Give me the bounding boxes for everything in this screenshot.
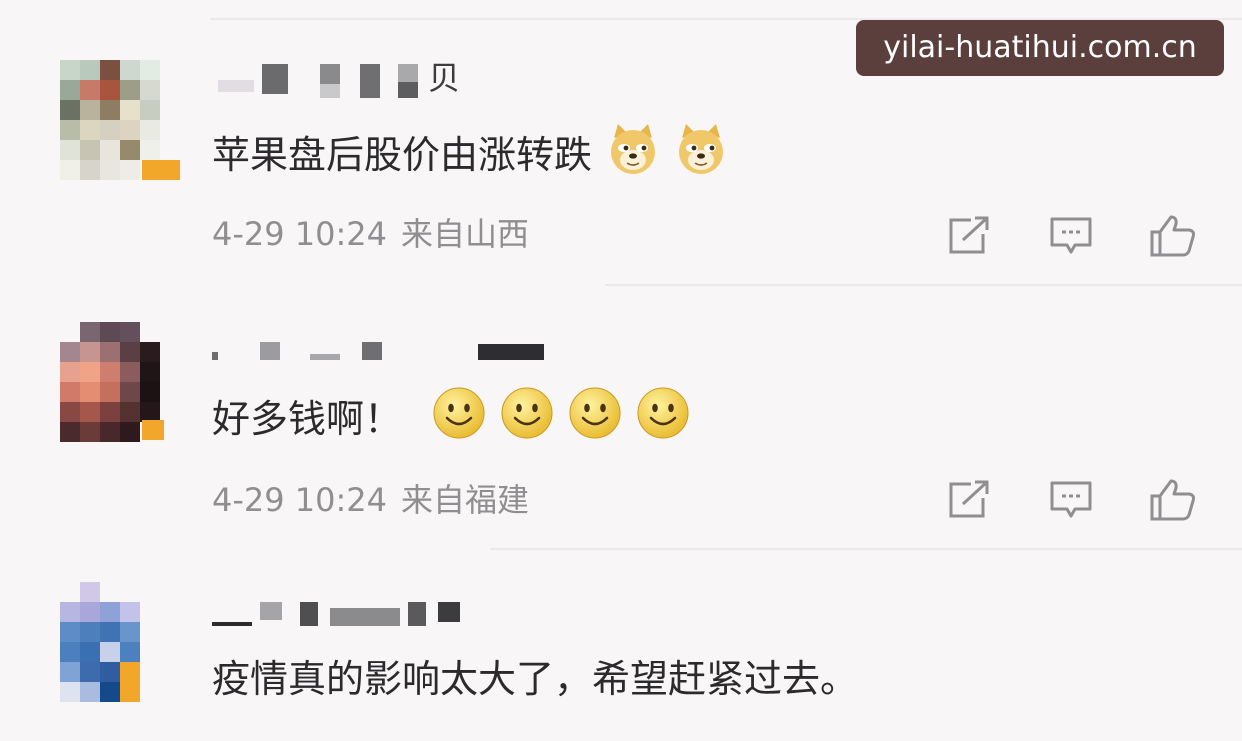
comment-button[interactable] xyxy=(1047,214,1095,258)
comment-meta: 4-29 10:24 来自福建 xyxy=(212,480,529,520)
censor-block xyxy=(262,64,288,94)
watermark: yilai-huatihui.com.cn xyxy=(856,20,1224,76)
username[interactable]: 贝 xyxy=(212,58,472,98)
username[interactable] xyxy=(212,342,544,382)
share-button[interactable] xyxy=(945,478,993,522)
share-button[interactable] xyxy=(945,214,993,258)
like-button[interactable] xyxy=(1149,214,1197,258)
censor-block xyxy=(478,344,544,360)
censor-block xyxy=(212,352,218,360)
like-icon xyxy=(1150,479,1195,521)
smile-emoji xyxy=(636,386,690,452)
like-button[interactable] xyxy=(1149,478,1197,522)
comment-icon xyxy=(1050,481,1092,518)
comment-actions xyxy=(945,214,1197,258)
censor-block xyxy=(310,354,340,360)
comment-text-content: 苹果盘后股价由涨转跌 xyxy=(212,133,593,177)
comment-text-content: 疫情真的影响太大了，希望赶紧过去。 xyxy=(212,657,859,701)
censor-block xyxy=(320,64,340,84)
comment-text: 疫情真的影响太大了，希望赶紧过去。 xyxy=(212,654,858,704)
comment-button[interactable] xyxy=(1047,478,1095,522)
comment-item: 疫情真的影响太大了，希望赶紧过去。 xyxy=(0,548,1242,741)
avatar[interactable] xyxy=(60,582,180,702)
censor-block xyxy=(408,602,426,626)
location: 来自山西 xyxy=(401,215,530,253)
comment-item: 好多钱啊！ 4-29 10:24 来自福建 xyxy=(0,284,1242,548)
censor-block xyxy=(300,602,318,626)
doge-emoji xyxy=(674,122,728,188)
timestamp: 4-29 10:24 xyxy=(212,215,388,253)
censor-block xyxy=(398,82,418,98)
censor-block xyxy=(218,80,254,92)
censor-block xyxy=(330,608,400,626)
censor-block xyxy=(438,602,460,622)
timestamp: 4-29 10:24 xyxy=(212,481,388,519)
comment-actions xyxy=(945,478,1197,522)
comment-icon xyxy=(1050,217,1092,254)
doge-emoji xyxy=(606,122,660,188)
share-icon xyxy=(949,216,989,254)
vip-badge xyxy=(142,420,164,440)
like-icon xyxy=(1150,215,1195,257)
share-icon xyxy=(949,480,989,518)
censor-block xyxy=(212,622,252,626)
comment-text: 苹果盘后股价由涨转跌 xyxy=(212,122,728,188)
censor-block xyxy=(398,64,418,82)
censor-block xyxy=(320,84,340,98)
censor-block xyxy=(260,342,280,360)
censor-block xyxy=(362,342,382,360)
username-suffix: 贝 xyxy=(428,59,461,97)
username[interactable] xyxy=(212,598,472,638)
comment-meta: 4-29 10:24 来自山西 xyxy=(212,214,529,254)
comment-text: 好多钱啊！ xyxy=(212,386,690,452)
censor-block xyxy=(260,602,282,620)
location: 来自福建 xyxy=(401,481,530,519)
smile-emoji xyxy=(432,386,486,452)
vip-badge xyxy=(142,160,180,180)
comment-text-content: 好多钱啊！ xyxy=(212,397,403,441)
censor-block xyxy=(360,64,380,98)
smile-emoji xyxy=(568,386,622,452)
smile-emoji xyxy=(500,386,554,452)
